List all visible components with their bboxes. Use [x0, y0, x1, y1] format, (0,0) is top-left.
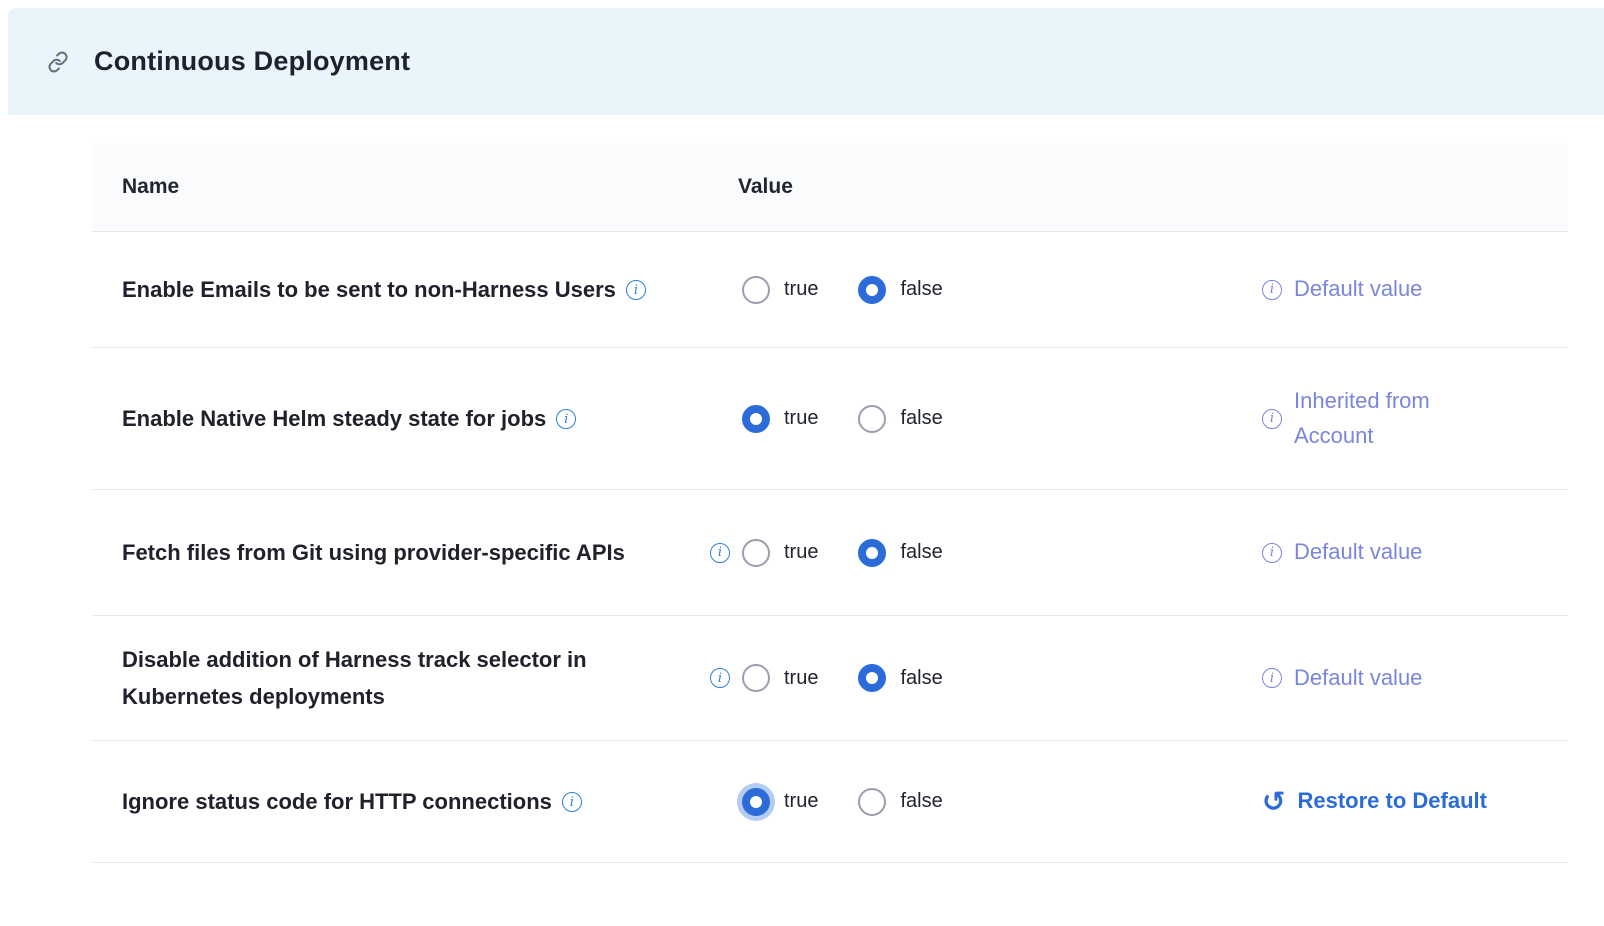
radio-false-label: false — [900, 541, 942, 564]
radio-true-label: true — [784, 667, 818, 690]
setting-value-cell: true false — [710, 405, 1250, 433]
restore-to-default-button[interactable]: Restore to Default — [1297, 784, 1486, 818]
radio-false[interactable] — [858, 539, 886, 567]
table-row: Fetch files from Git using provider-spec… — [92, 490, 1568, 616]
radio-false-label: false — [900, 278, 942, 301]
radio-true-label: true — [784, 790, 818, 813]
table-row: Disable addition of Harness track select… — [92, 616, 1568, 741]
info-icon[interactable]: i — [1262, 409, 1282, 429]
status-cell: i Default value — [1250, 272, 1568, 306]
radio-true-label: true — [784, 407, 818, 430]
status-label: Inherited from Account — [1294, 384, 1504, 452]
setting-value-cell: i true false — [710, 539, 1250, 567]
radio-false-label: false — [900, 667, 942, 690]
radio-option-true[interactable]: true — [742, 405, 818, 433]
info-icon[interactable]: i — [710, 543, 730, 563]
radio-true[interactable] — [742, 276, 770, 304]
radio-option-false[interactable]: false — [858, 405, 942, 433]
radio-option-true[interactable]: true — [742, 539, 818, 567]
setting-name: Enable Native Helm steady state for jobs — [122, 406, 546, 431]
radio-true-label: true — [784, 541, 818, 564]
section-header: Continuous Deployment — [8, 8, 1604, 115]
info-icon[interactable]: i — [626, 280, 646, 300]
radio-option-true[interactable]: true — [742, 788, 818, 816]
status-cell: i Default value — [1250, 535, 1568, 569]
radio-option-true[interactable]: true — [742, 276, 818, 304]
setting-value-cell: i true false — [710, 664, 1250, 692]
status-cell: i Inherited from Account — [1250, 384, 1568, 452]
column-header-name: Name — [122, 175, 710, 199]
setting-name-cell: Enable Emails to be sent to non-Harness … — [122, 271, 710, 308]
link-icon[interactable] — [46, 50, 70, 74]
table-row: Ignore status code for HTTP connections i… — [92, 741, 1568, 863]
setting-name-cell: Fetch files from Git using provider-spec… — [122, 534, 710, 571]
setting-value-cell: true false — [710, 276, 1250, 304]
radio-false-label: false — [900, 790, 942, 813]
radio-true[interactable] — [742, 664, 770, 692]
status-label: Default value — [1294, 535, 1422, 569]
radio-option-true[interactable]: true — [742, 664, 818, 692]
table-header-row: Name Value — [92, 143, 1568, 232]
info-icon[interactable]: i — [562, 792, 582, 812]
radio-option-false[interactable]: false — [858, 788, 942, 816]
radio-true[interactable] — [742, 539, 770, 567]
info-icon[interactable]: i — [1262, 280, 1282, 300]
setting-name-cell: Ignore status code for HTTP connections i — [122, 783, 710, 820]
setting-name: Fetch files from Git using provider-spec… — [122, 540, 625, 565]
setting-name: Ignore status code for HTTP connections — [122, 789, 552, 814]
radio-true[interactable] — [742, 788, 770, 816]
settings-main: Name Value Enable Emails to be sent to n… — [0, 115, 1604, 863]
radio-false[interactable] — [858, 664, 886, 692]
status-cell: ↺ Restore to Default — [1250, 784, 1568, 818]
status-label: Default value — [1294, 661, 1422, 695]
info-icon[interactable]: i — [1262, 668, 1282, 688]
info-icon[interactable]: i — [710, 668, 730, 688]
setting-value-cell: true false — [710, 788, 1250, 816]
radio-false[interactable] — [858, 405, 886, 433]
setting-name: Enable Emails to be sent to non-Harness … — [122, 277, 616, 302]
table-row: Enable Emails to be sent to non-Harness … — [92, 232, 1568, 348]
restore-icon[interactable]: ↺ — [1262, 788, 1285, 816]
radio-false[interactable] — [858, 276, 886, 304]
radio-option-false[interactable]: false — [858, 539, 942, 567]
status-label: Default value — [1294, 272, 1422, 306]
radio-false-label: false — [900, 407, 942, 430]
lead-slot: i — [710, 668, 742, 688]
radio-option-false[interactable]: false — [858, 664, 942, 692]
info-icon[interactable]: i — [556, 409, 576, 429]
info-icon[interactable]: i — [1262, 543, 1282, 563]
column-header-value: Value — [710, 175, 1250, 199]
setting-name-cell: Disable addition of Harness track select… — [122, 641, 710, 716]
setting-name-cell: Enable Native Helm steady state for jobs… — [122, 400, 710, 437]
table-row: Enable Native Helm steady state for jobs… — [92, 348, 1568, 490]
radio-true[interactable] — [742, 405, 770, 433]
radio-true-label: true — [784, 278, 818, 301]
radio-false[interactable] — [858, 788, 886, 816]
settings-table: Name Value Enable Emails to be sent to n… — [92, 143, 1568, 863]
lead-slot: i — [710, 543, 742, 563]
status-cell: i Default value — [1250, 661, 1568, 695]
radio-option-false[interactable]: false — [858, 276, 942, 304]
page-title: Continuous Deployment — [94, 46, 410, 77]
setting-name: Disable addition of Harness track select… — [122, 647, 587, 709]
